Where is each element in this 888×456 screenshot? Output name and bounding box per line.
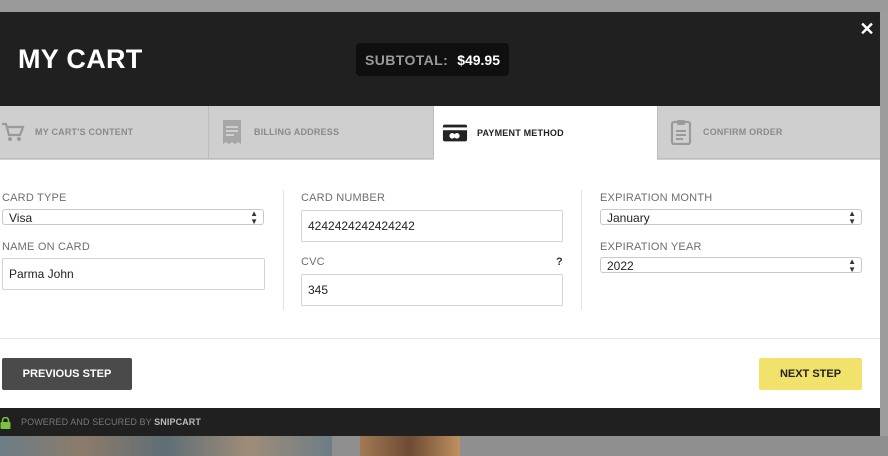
name-on-card-field[interactable]: Parma John bbox=[2, 258, 265, 290]
expiration-month-label: EXPIRATION MONTH bbox=[600, 192, 713, 204]
close-icon[interactable]: ✕ bbox=[858, 20, 876, 38]
tab-label: PAYMENT METHOD bbox=[477, 127, 564, 138]
subtotal-badge: SUBTOTAL: $49.95 bbox=[356, 43, 510, 76]
card-number-label: CARD NUMBER bbox=[301, 192, 386, 204]
modal-footer: POWERED AND SECURED BY SNIPCART bbox=[0, 408, 880, 436]
clipboard-icon bbox=[668, 119, 694, 145]
name-on-card-label: NAME ON CARD bbox=[2, 241, 90, 253]
expiration-month-value: January bbox=[607, 211, 650, 225]
tab-label: MY CART'S CONTENT bbox=[35, 127, 134, 137]
background-page-top bbox=[0, 0, 888, 12]
previous-step-button[interactable]: PREVIOUS STEP bbox=[2, 358, 132, 390]
snipcart-brand[interactable]: SNIPCART bbox=[154, 417, 201, 427]
select-arrows-icon: ▲ ▼ bbox=[848, 209, 856, 226]
cart-modal: MY CART SUBTOTAL: $49.95 ✕ MY CART'S CON… bbox=[0, 12, 880, 436]
receipt-icon bbox=[219, 119, 245, 145]
expiration-year-label: EXPIRATION YEAR bbox=[600, 241, 702, 253]
powered-by-text: POWERED AND SECURED BY SNIPCART bbox=[21, 417, 201, 427]
cvc-label: CVC bbox=[301, 256, 325, 268]
background-product-image bbox=[0, 436, 332, 456]
page-title: MY CART bbox=[18, 44, 143, 74]
divider bbox=[0, 338, 880, 339]
modal-header: MY CART SUBTOTAL: $49.95 ✕ bbox=[0, 12, 880, 106]
expiration-month-select[interactable]: January ▲ ▼ bbox=[600, 209, 862, 226]
subtotal-label: SUBTOTAL: bbox=[365, 51, 449, 68]
cart-icon bbox=[0, 119, 26, 145]
background-product-image bbox=[360, 436, 460, 456]
card-number-field[interactable]: 4242424242424242 bbox=[301, 210, 563, 242]
next-step-button[interactable]: NEXT STEP bbox=[759, 358, 862, 390]
select-arrows-icon: ▲ ▼ bbox=[250, 209, 258, 226]
payment-form: CARD TYPE Visa ▲ ▼ NAME ON CARD Parma Joh… bbox=[0, 160, 880, 338]
credit-card-icon bbox=[442, 120, 468, 146]
cvc-help-icon[interactable]: ? bbox=[556, 256, 563, 268]
tab-billing-address[interactable]: BILLING ADDRESS bbox=[208, 106, 433, 159]
expiration-year-select[interactable]: 2022 ▲ ▼ bbox=[600, 257, 862, 274]
tab-cart-content[interactable]: MY CART'S CONTENT bbox=[0, 106, 208, 159]
card-type-select[interactable]: Visa ▲ ▼ bbox=[2, 209, 264, 226]
tab-label: CONFIRM ORDER bbox=[703, 127, 783, 137]
card-type-label: CARD TYPE bbox=[2, 192, 67, 204]
background-page-right bbox=[880, 12, 888, 436]
card-type-value: Visa bbox=[9, 211, 33, 225]
checkout-steps: MY CART'S CONTENT BILLING ADDRESS PAYMEN… bbox=[0, 106, 880, 160]
powered-prefix: POWERED AND SECURED BY bbox=[21, 417, 152, 427]
lock-icon bbox=[0, 416, 11, 429]
tab-label: BILLING ADDRESS bbox=[254, 127, 340, 137]
select-arrows-icon: ▲ ▼ bbox=[848, 257, 856, 274]
tab-confirm-order[interactable]: CONFIRM ORDER bbox=[657, 106, 880, 159]
tab-payment-method[interactable]: PAYMENT METHOD bbox=[433, 106, 657, 160]
subtotal-value: $49.95 bbox=[457, 51, 501, 68]
cvc-field[interactable]: 345 bbox=[301, 274, 563, 306]
expiration-year-value: 2022 bbox=[607, 259, 634, 273]
column-divider bbox=[283, 190, 284, 310]
column-divider bbox=[581, 190, 582, 310]
